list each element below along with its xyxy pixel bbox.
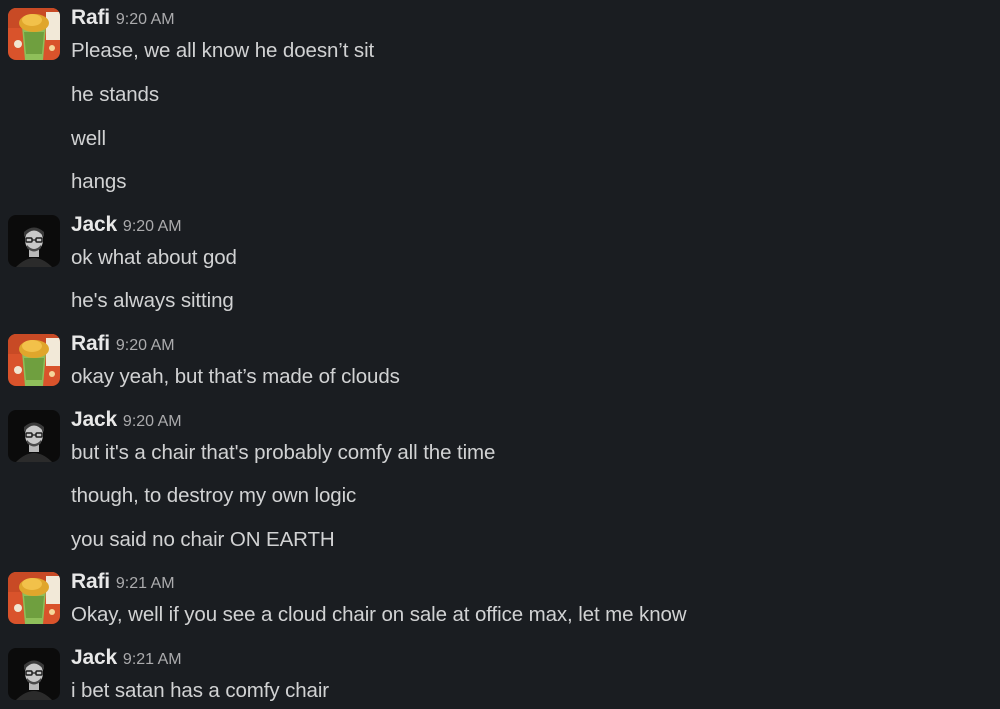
message-header: Jack 9:21 AM	[71, 646, 182, 670]
timestamp[interactable]: 9:21 AM	[116, 575, 175, 592]
message-text: but it's a chair that's probably comfy a…	[71, 441, 496, 464]
author-name[interactable]: Jack	[71, 646, 117, 669]
message-text: ok what about god	[71, 246, 237, 269]
message-text: he stands	[71, 83, 159, 106]
author-name[interactable]: Rafi	[71, 570, 110, 593]
message-text: hangs	[71, 170, 127, 193]
jack-portrait-avatar[interactable]	[8, 410, 60, 462]
message-header: Rafi 9:20 AM	[71, 332, 175, 356]
timestamp[interactable]: 9:21 AM	[123, 651, 182, 668]
rafi-drink-avatar[interactable]	[8, 572, 60, 624]
jack-portrait-avatar[interactable]	[8, 648, 60, 700]
jack-portrait-avatar[interactable]	[8, 215, 60, 267]
message-text: you said no chair ON EARTH	[71, 528, 335, 551]
message-header: Rafi 9:21 AM	[71, 570, 175, 594]
timestamp[interactable]: 9:20 AM	[123, 413, 182, 430]
message-header: Jack 9:20 AM	[71, 213, 182, 237]
rafi-drink-avatar[interactable]	[8, 8, 60, 60]
message-text: i bet satan has a comfy chair	[71, 679, 330, 702]
timestamp[interactable]: 9:20 AM	[123, 218, 182, 235]
message-text: okay yeah, but that’s made of clouds	[71, 365, 400, 388]
author-name[interactable]: Rafi	[71, 332, 110, 355]
author-name[interactable]: Jack	[71, 408, 117, 431]
timestamp[interactable]: 9:20 AM	[116, 337, 175, 354]
message-text: well	[71, 127, 106, 150]
message-header: Jack 9:20 AM	[71, 408, 182, 432]
message-text: though, to destroy my own logic	[71, 484, 357, 507]
timestamp[interactable]: 9:20 AM	[116, 11, 175, 28]
message-text: Okay, well if you see a cloud chair on s…	[71, 603, 687, 626]
message-text: he's always sitting	[71, 289, 234, 312]
message-text: Please, we all know he doesn’t sit	[71, 39, 375, 62]
rafi-drink-avatar[interactable]	[8, 334, 60, 386]
message-header: Rafi 9:20 AM	[71, 6, 175, 30]
author-name[interactable]: Rafi	[71, 6, 110, 29]
author-name[interactable]: Jack	[71, 213, 117, 236]
